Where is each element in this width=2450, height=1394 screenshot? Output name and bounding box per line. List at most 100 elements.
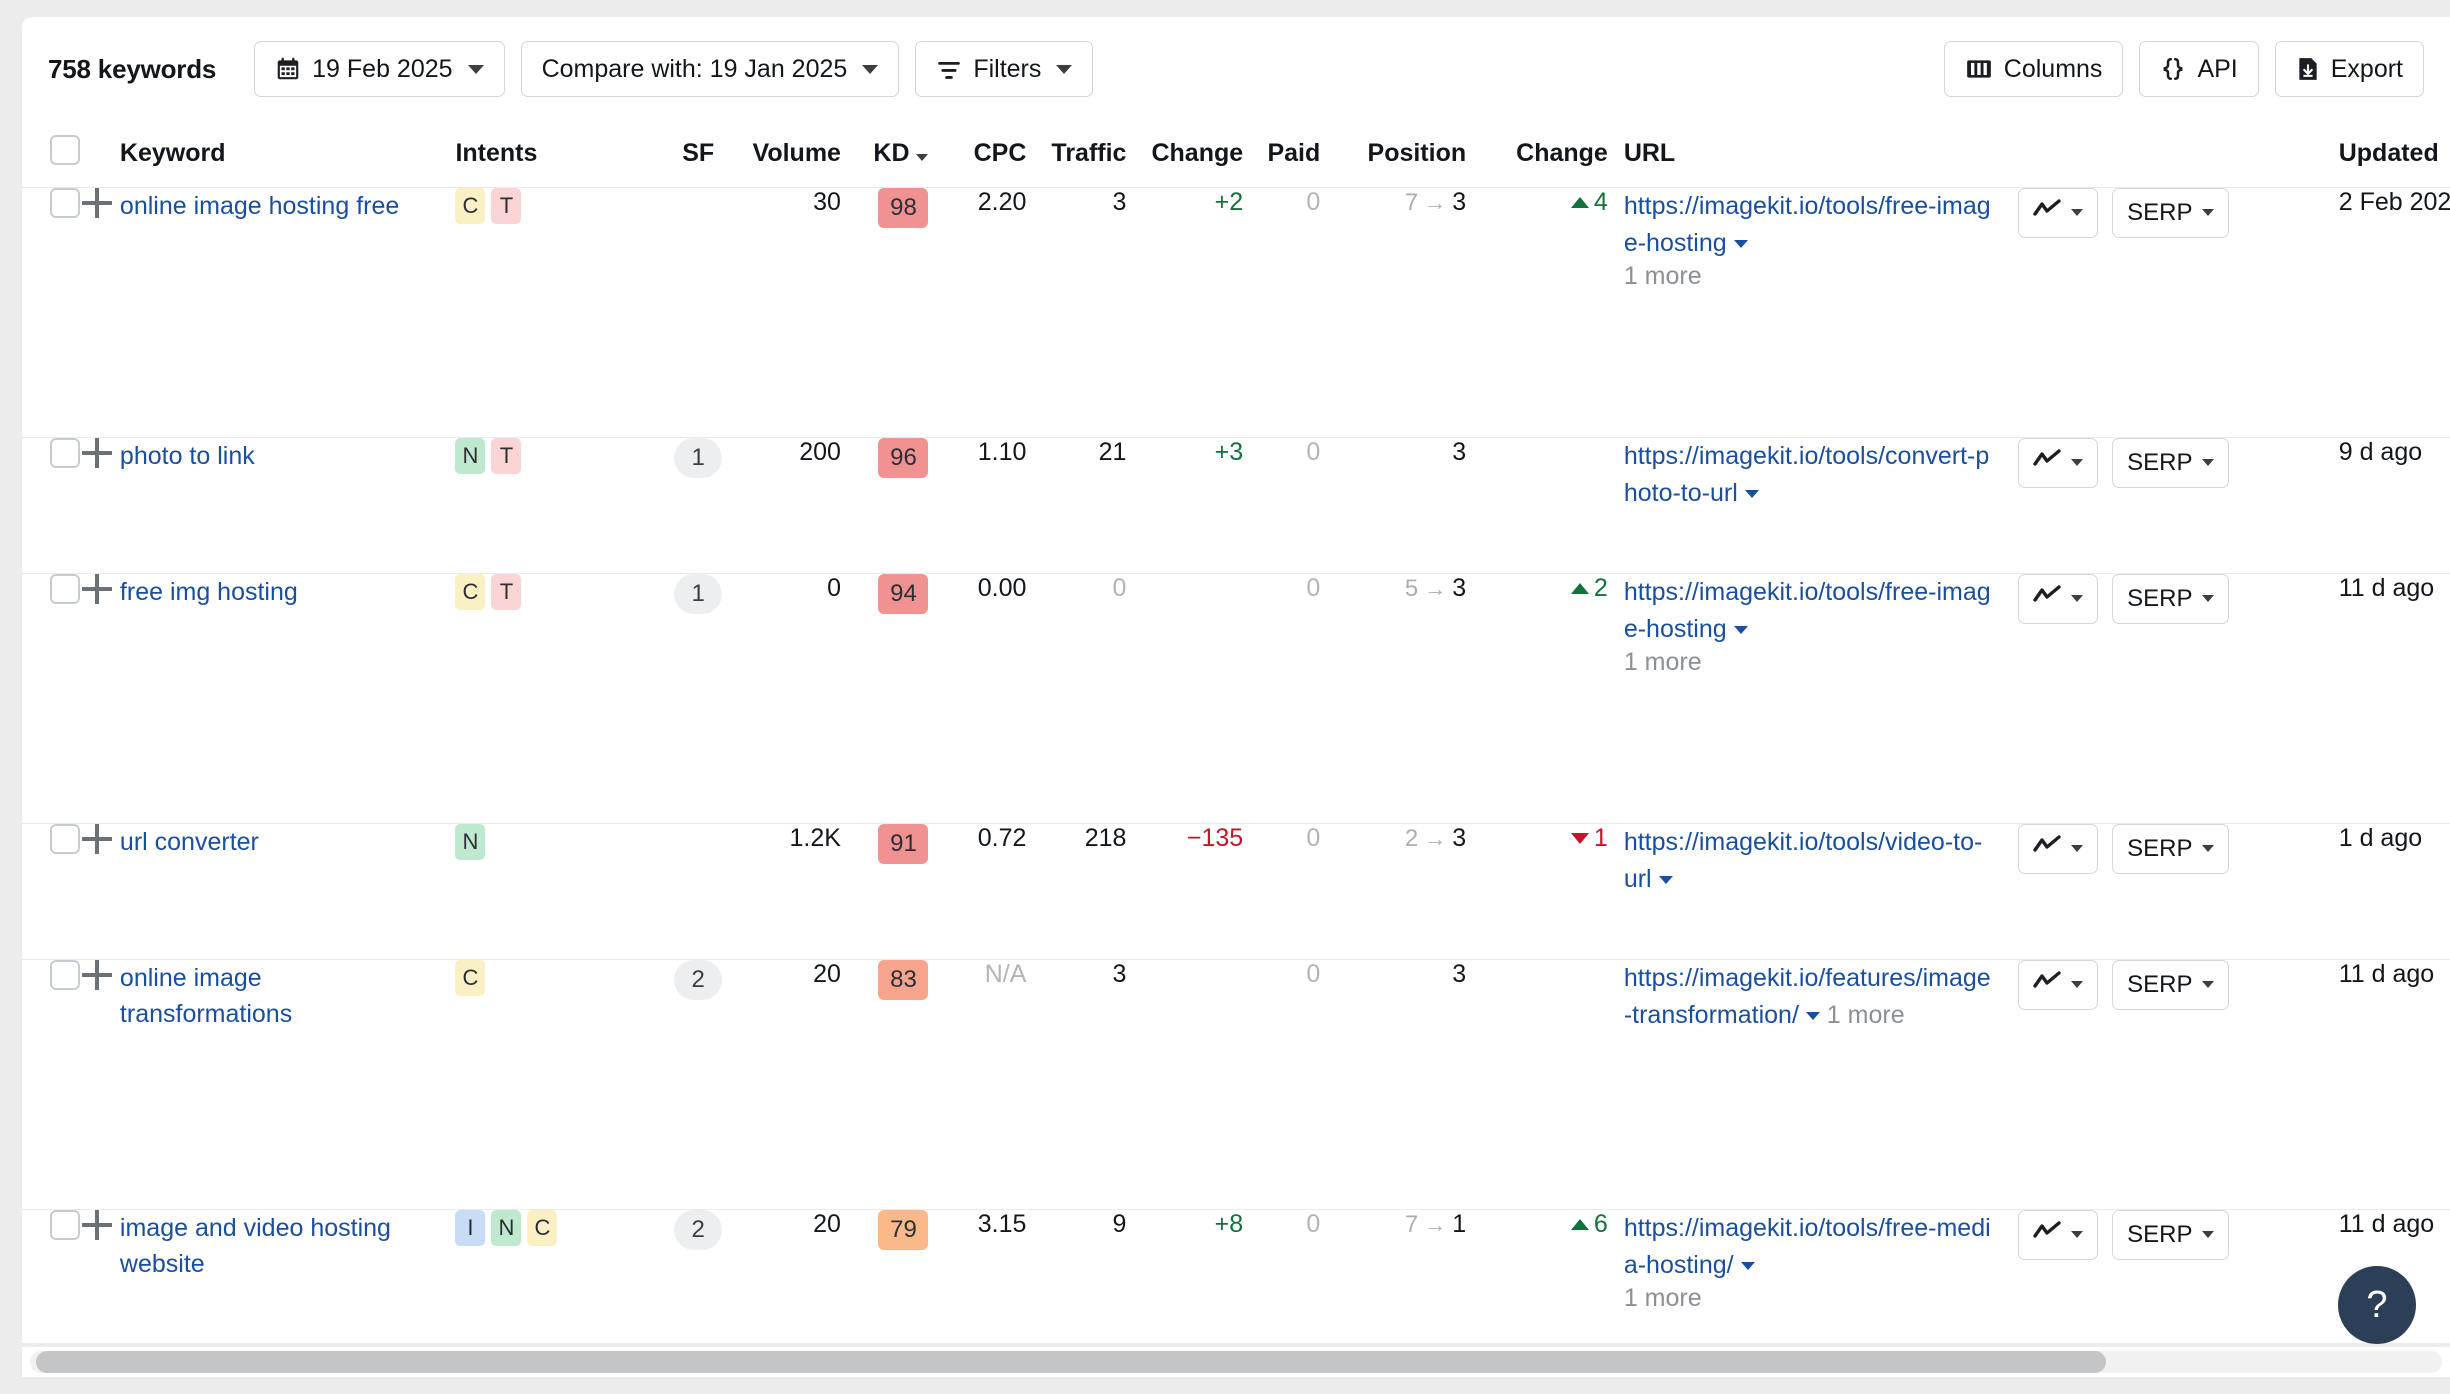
expand-plus-icon[interactable]: [82, 187, 113, 218]
table-row[interactable]: image and video hosting website I N C 2 20 79 3…: [22, 1209, 2450, 1343]
position-arrow-icon: →: [1424, 189, 1447, 215]
row-expand-cell: [82, 437, 120, 574]
header-volume[interactable]: Volume: [734, 121, 841, 188]
metrics-chart-button[interactable]: [2018, 573, 2099, 624]
row-actions-cell: SERP: [2012, 1209, 2325, 1343]
table-row[interactable]: free img hosting C T 1 0 94 0.00 0 0 5 → 3 2 https://…: [22, 573, 2450, 824]
paid-value: 0: [1306, 437, 1321, 466]
paid-value: 0: [1306, 959, 1321, 988]
url-link[interactable]: https://imagekit.io/tools/convert-photo-…: [1624, 442, 1989, 507]
keyword-link[interactable]: online image hosting free: [120, 192, 399, 220]
header-keyword[interactable]: Keyword: [119, 121, 456, 188]
header-traffic-change[interactable]: Change: [1126, 121, 1244, 188]
url-more-label[interactable]: 1 more: [1827, 1001, 1905, 1029]
url-dropdown-icon[interactable]: [1744, 489, 1759, 498]
header-updated[interactable]: Updated: [2324, 121, 2450, 188]
table-row[interactable]: photo to link N T 1 200 96 1.10 21 +3 0 3 https://i…: [22, 437, 2450, 574]
url-dropdown-icon[interactable]: [1733, 625, 1748, 634]
serp-button[interactable]: SERP: [2112, 823, 2230, 874]
metrics-chart-button[interactable]: [2018, 959, 2099, 1010]
url-more-label[interactable]: 1 more: [1624, 1284, 1702, 1312]
row-select-cell: [22, 1209, 83, 1343]
url-more-label[interactable]: 1 more: [1624, 262, 1702, 290]
expand-plus-icon[interactable]: [82, 1209, 113, 1240]
row-checkbox[interactable]: [50, 959, 80, 990]
keyword-link[interactable]: photo to link: [120, 442, 255, 470]
row-checkbox[interactable]: [50, 573, 80, 604]
serp-button[interactable]: SERP: [2112, 959, 2230, 1010]
expand-plus-icon[interactable]: [82, 823, 113, 854]
sf-cell: [661, 823, 735, 960]
url-link[interactable]: https://imagekit.io/tools/free-image-hos…: [1624, 578, 1991, 643]
help-button[interactable]: ?: [2338, 1266, 2416, 1344]
header-position[interactable]: Position: [1320, 121, 1467, 188]
metrics-chart-button[interactable]: [2018, 823, 2099, 874]
header-position-change[interactable]: Change: [1466, 121, 1608, 188]
horizontal-scrollbar[interactable]: [22, 1347, 2450, 1377]
header-traffic[interactable]: Traffic: [1026, 121, 1127, 188]
row-checkbox[interactable]: [50, 187, 80, 218]
traffic-change-value: +2: [1214, 187, 1244, 216]
serp-button[interactable]: SERP: [2112, 187, 2230, 238]
keyword-link[interactable]: image and video hosting website: [120, 1214, 391, 1278]
expand-plus-icon[interactable]: [82, 437, 113, 468]
export-button[interactable]: Export: [2274, 41, 2424, 97]
columns-button[interactable]: Columns: [1943, 41, 2124, 97]
table-row[interactable]: url converter N 1.2K 91 0.72 218 −135 0 2 → 3 1 http…: [22, 823, 2450, 960]
chevron-down-icon: [2202, 459, 2215, 466]
url-more-label[interactable]: 1 more: [1624, 648, 1702, 676]
metrics-chart-button[interactable]: [2018, 187, 2099, 238]
expand-plus-icon[interactable]: [82, 573, 113, 604]
position-change-cell: [1466, 959, 1608, 1210]
header-sf[interactable]: SF: [661, 121, 735, 188]
url-dropdown-icon[interactable]: [1740, 1261, 1755, 1270]
expand-plus-icon[interactable]: [82, 959, 113, 990]
position-current: 3: [1452, 437, 1467, 466]
traffic-change-cell: [1126, 573, 1244, 824]
scrollbar-thumb[interactable]: [36, 1351, 2106, 1373]
header-cpc[interactable]: CPC: [928, 121, 1027, 188]
date-picker-button[interactable]: 19 Feb 2025: [254, 41, 505, 97]
compare-button[interactable]: Compare with: 19 Jan 2025: [520, 41, 900, 97]
serp-button[interactable]: SERP: [2112, 1209, 2230, 1260]
traffic-cell: 3: [1026, 187, 1127, 438]
header-intents[interactable]: Intents: [455, 121, 662, 188]
url-link[interactable]: https://imagekit.io/tools/video-to-url: [1624, 828, 1983, 893]
table-row[interactable]: online image transformations C 2 20 83 N/A 3 0 3…: [22, 959, 2450, 1210]
row-actions: SERP: [2012, 1209, 2325, 1260]
cpc-cell: 0.72: [928, 823, 1027, 960]
keyword-link[interactable]: free img hosting: [120, 578, 298, 606]
header-url[interactable]: URL: [1607, 121, 2013, 188]
row-actions: SERP: [2012, 823, 2325, 874]
serp-button[interactable]: SERP: [2112, 437, 2230, 488]
traffic-value: 0: [1112, 573, 1127, 602]
row-checkbox[interactable]: [50, 437, 80, 468]
table-row[interactable]: online image hosting free C T 30 98 2.20 3 +2 0 7…: [22, 187, 2450, 438]
header-kd[interactable]: KD: [840, 121, 929, 188]
select-all-checkbox[interactable]: [50, 135, 80, 166]
url-link[interactable]: https://imagekit.io/tools/free-image-hos…: [1624, 192, 1991, 257]
url-dropdown-icon[interactable]: [1733, 239, 1748, 248]
cpc-value: 0.72: [977, 823, 1027, 852]
intents-cell: CT: [455, 187, 662, 438]
keyword-link[interactable]: url converter: [120, 828, 259, 856]
header-paid[interactable]: Paid: [1243, 121, 1321, 188]
url-dropdown-icon[interactable]: [1805, 1011, 1820, 1020]
sf-pill: 2: [674, 959, 723, 1000]
filters-button[interactable]: Filters: [915, 41, 1094, 97]
code-braces-icon: [2160, 56, 2186, 82]
keyword-link[interactable]: online image transformations: [120, 964, 292, 1028]
row-checkbox[interactable]: [50, 1209, 80, 1240]
row-checkbox[interactable]: [50, 823, 80, 854]
metrics-chart-button[interactable]: [2018, 437, 2099, 488]
chevron-down-icon: [2071, 845, 2084, 852]
sf-pill: 1: [674, 437, 723, 478]
url-link[interactable]: https://imagekit.io/tools/free-media-hos…: [1624, 1214, 1991, 1279]
row-actions-cell: SERP: [2012, 959, 2325, 1210]
url-dropdown-icon[interactable]: [1658, 875, 1673, 884]
keyword-cell: online image transformations: [119, 959, 456, 1210]
metrics-chart-button[interactable]: [2018, 1209, 2099, 1260]
chevron-down-icon: [2071, 981, 2084, 988]
serp-button[interactable]: SERP: [2112, 573, 2230, 624]
api-button[interactable]: API: [2139, 41, 2259, 97]
